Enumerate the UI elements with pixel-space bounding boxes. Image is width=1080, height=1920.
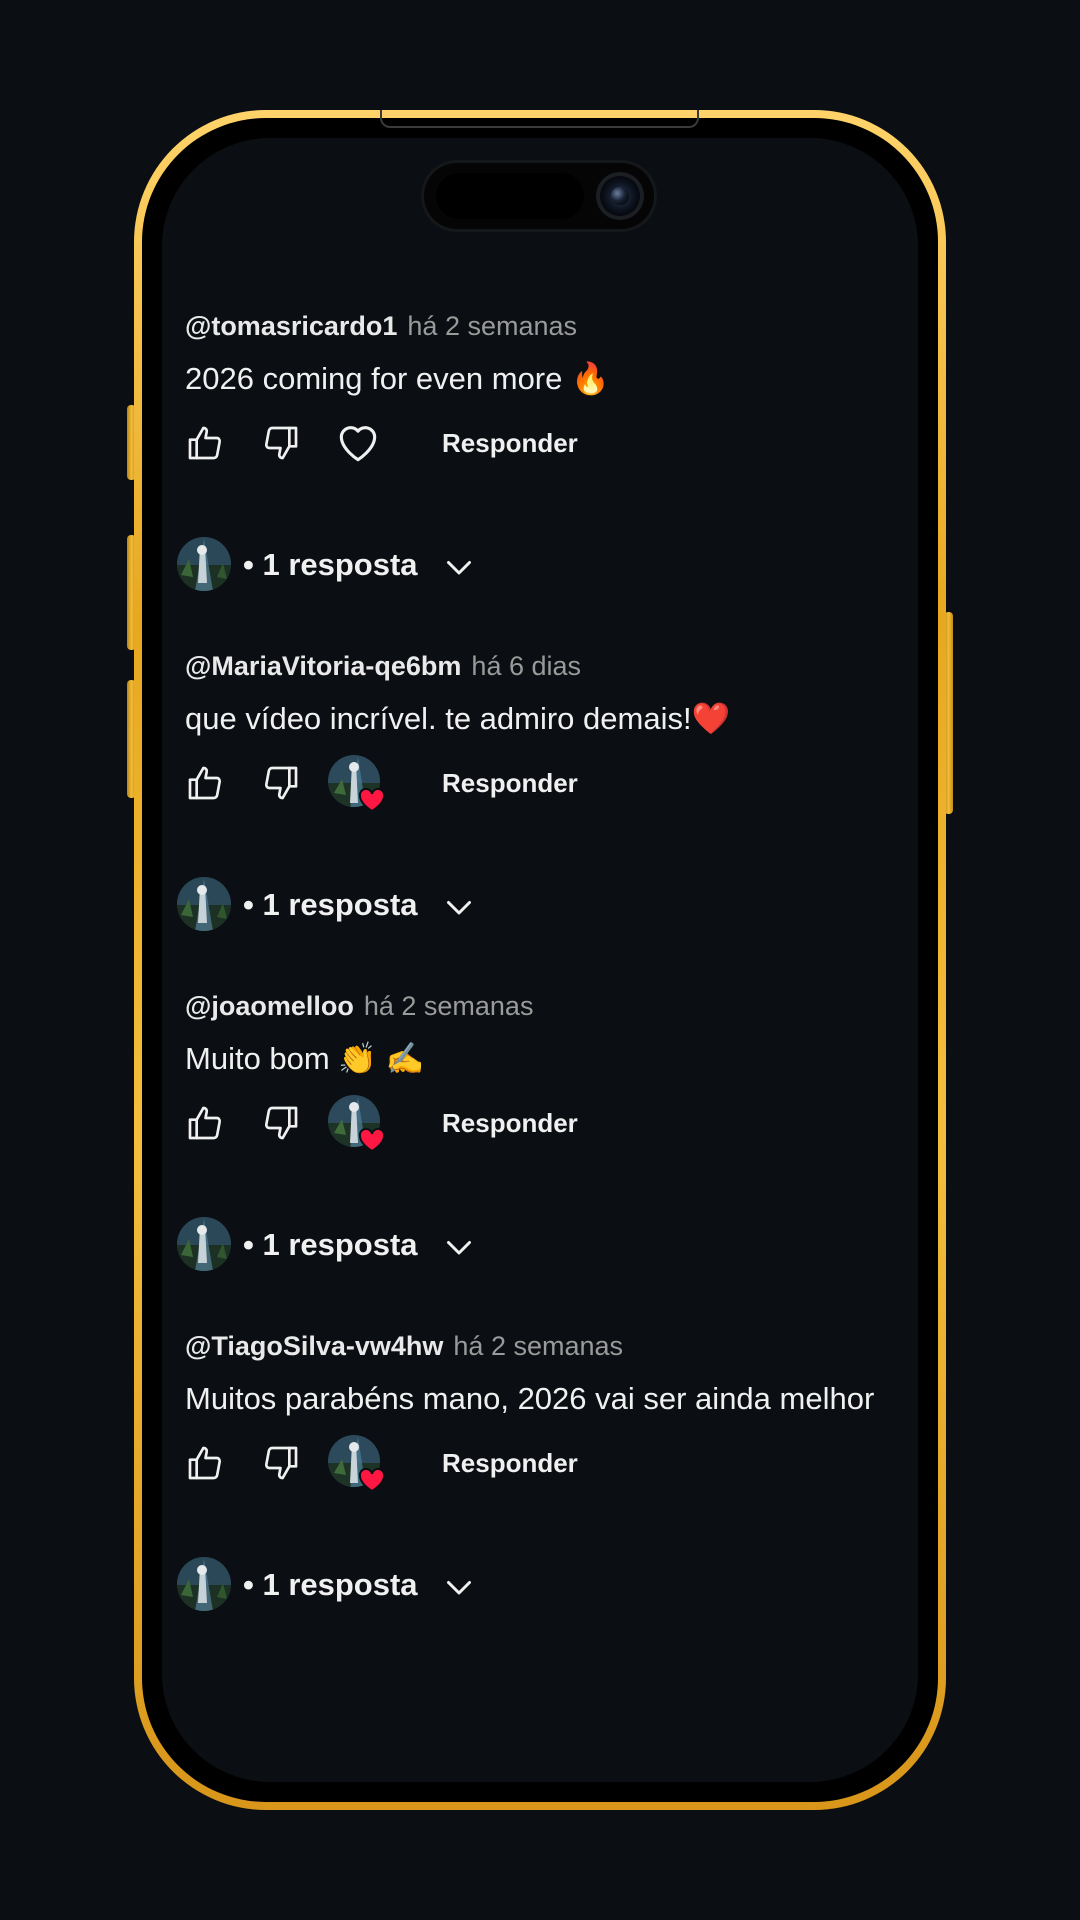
speaker-slot (380, 110, 699, 128)
thumbs-down-icon[interactable] (261, 1103, 301, 1143)
replies-count-label: • 1 resposta (243, 1567, 418, 1602)
replies-count-label: • 1 resposta (243, 547, 418, 582)
stage: @tomasricardo1 há 2 semanas 2026 coming f… (0, 0, 1080, 1920)
avatar (177, 1557, 231, 1611)
replies-count-label: • 1 resposta (243, 887, 418, 922)
comment-header: @tomasricardo1 há 2 semanas (185, 309, 577, 343)
thumbs-down-icon[interactable] (261, 423, 301, 463)
comment-author[interactable]: @TiagoSilva-vw4hw (185, 1331, 443, 1361)
creator-heart-avatar[interactable] (328, 753, 388, 813)
comment-author[interactable]: @MariaVitoria-qe6bm (185, 651, 461, 681)
comment-actions: Responder (185, 1093, 905, 1155)
avatar (177, 877, 231, 931)
dynamic-island (424, 163, 654, 229)
replies-count-label: • 1 resposta (243, 1227, 418, 1262)
comment-text: Muito bom 👏 ✍️ (185, 1041, 425, 1076)
thumbs-up-icon[interactable] (185, 763, 225, 803)
comment-actions: Responder (185, 413, 905, 475)
comment-time: há 6 dias (471, 651, 582, 681)
comment-actions: Responder (185, 1433, 905, 1495)
comment-time: há 2 semanas (363, 991, 534, 1021)
thumbs-up-icon[interactable] (185, 1443, 225, 1483)
view-replies-button[interactable]: • 1 resposta (177, 1555, 577, 1615)
chevron-down-icon (447, 1581, 471, 1595)
comment-time: há 2 semanas (453, 1331, 624, 1361)
island-pill (436, 173, 584, 219)
creator-heart-avatar[interactable] (328, 1433, 388, 1493)
view-replies-button[interactable]: • 1 resposta (177, 875, 577, 935)
comment-text: que vídeo incrível. te admiro demais!❤️ (185, 701, 731, 736)
view-replies-button[interactable]: • 1 resposta (177, 1215, 577, 1275)
reply-button[interactable]: Responder (442, 1107, 578, 1139)
comment-actions: Responder (185, 753, 905, 815)
thumbs-down-icon[interactable] (261, 1443, 301, 1483)
comment-header: @joaomelloo há 2 semanas (185, 989, 533, 1023)
thumbs-up-icon[interactable] (185, 1103, 225, 1143)
avatar (177, 537, 231, 591)
comment-text: 2026 coming for even more 🔥 (185, 361, 610, 396)
creator-heart-avatar[interactable] (328, 1093, 388, 1153)
view-replies-button[interactable]: • 1 resposta (177, 535, 577, 595)
comment-header: @MariaVitoria-qe6bm há 6 dias (185, 649, 581, 683)
reply-button[interactable]: Responder (442, 767, 578, 799)
comment-author[interactable]: @tomasricardo1 (185, 311, 397, 341)
comment-text: Muitos parabéns mano, 2026 vai ser ainda… (185, 1381, 875, 1416)
chevron-down-icon (447, 561, 471, 575)
thumbs-up-icon[interactable] (185, 423, 225, 463)
chevron-down-icon (447, 901, 471, 915)
thumbs-down-icon[interactable] (261, 763, 301, 803)
camera-icon (596, 172, 644, 220)
comment-time: há 2 semanas (407, 311, 578, 341)
avatar (177, 1217, 231, 1271)
reply-button[interactable]: Responder (442, 1447, 578, 1479)
comment-header: @TiagoSilva-vw4hw há 2 semanas (185, 1329, 623, 1363)
reply-button[interactable]: Responder (442, 427, 578, 459)
chevron-down-icon (447, 1241, 471, 1255)
heart-outline-icon[interactable] (333, 417, 383, 467)
comment-author[interactable]: @joaomelloo (185, 991, 354, 1021)
